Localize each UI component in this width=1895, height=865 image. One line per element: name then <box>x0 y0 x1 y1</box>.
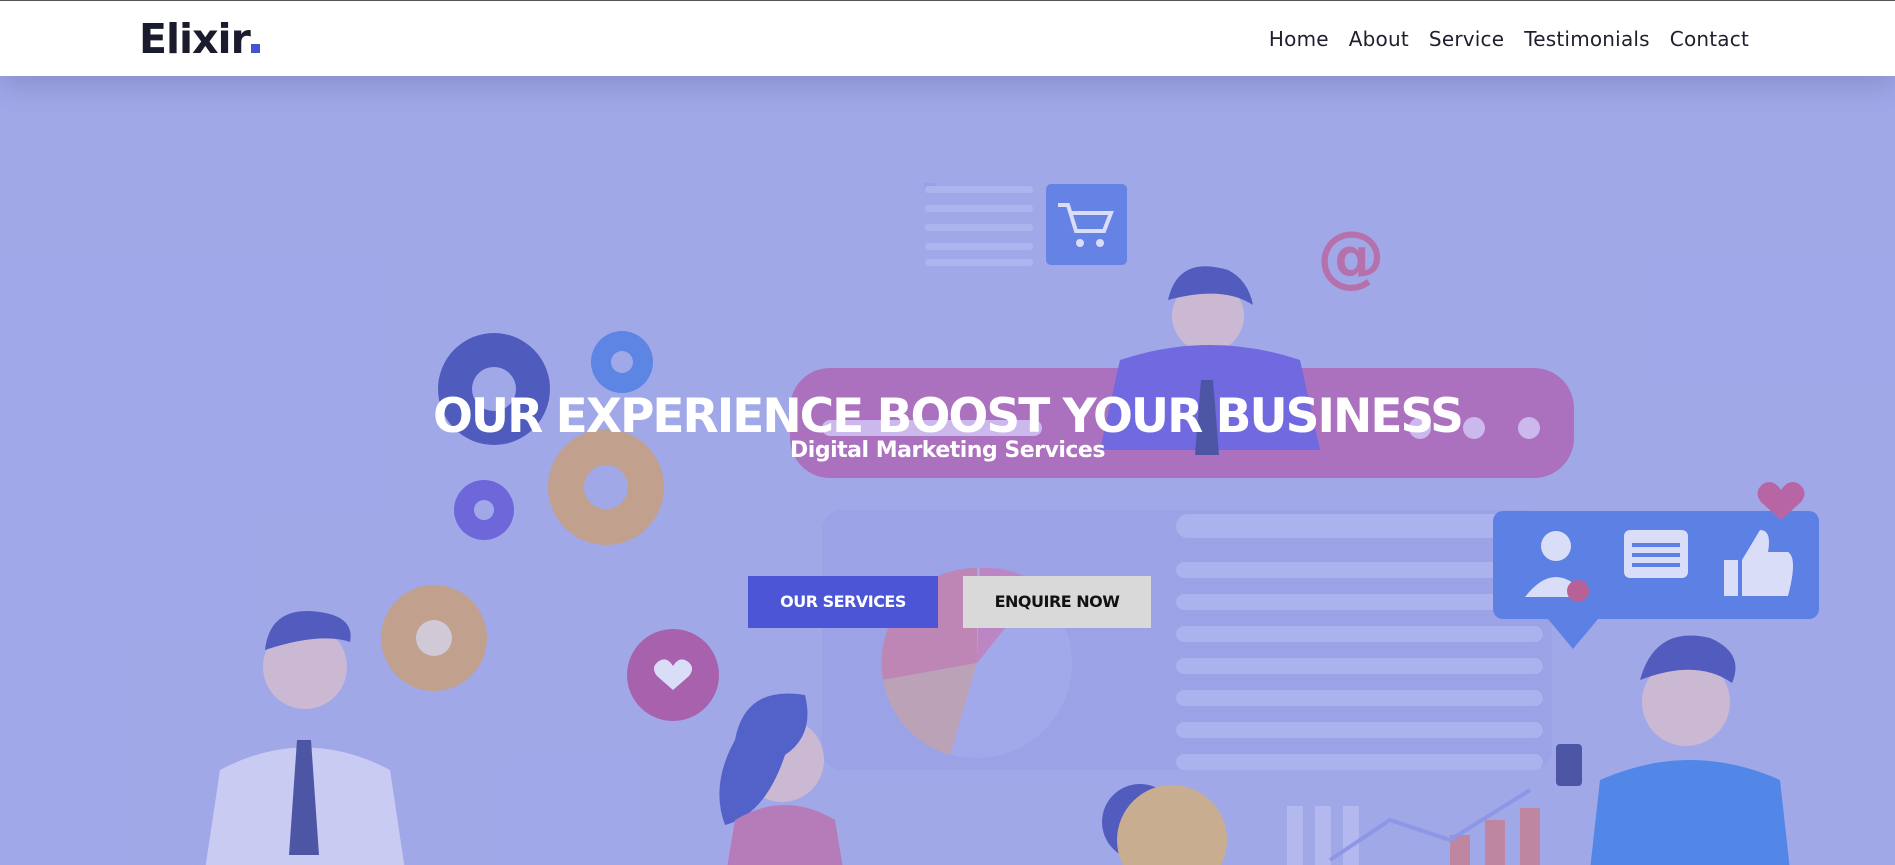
hero-title: OUR EXPERIENCE BOOST YOUR BUSINESS <box>432 389 1464 445</box>
nav-about-link[interactable]: About <box>1349 27 1409 51</box>
enquire-now-button[interactable]: ENQUIRE NOW <box>963 576 1151 628</box>
nav-service-link[interactable]: Service <box>1429 27 1504 51</box>
hero-overlay <box>0 76 1895 865</box>
main-nav: Home About Service Testimonials Contact <box>1269 27 1749 51</box>
logo-dot <box>250 44 260 53</box>
brand-logo[interactable]: Elixir <box>139 15 260 63</box>
hero-section: @ <box>0 76 1895 865</box>
brand-name: Elixir <box>139 15 251 63</box>
nav-home-link[interactable]: Home <box>1269 27 1329 51</box>
top-navbar: Elixir Home About Service Testimonials C… <box>0 0 1895 76</box>
our-services-button[interactable]: OUR SERVICES <box>748 576 938 628</box>
nav-testimonials-link[interactable]: Testimonials <box>1524 27 1650 51</box>
hero-subtitle: Digital Marketing Services <box>790 438 1105 463</box>
nav-contact-link[interactable]: Contact <box>1670 27 1749 51</box>
